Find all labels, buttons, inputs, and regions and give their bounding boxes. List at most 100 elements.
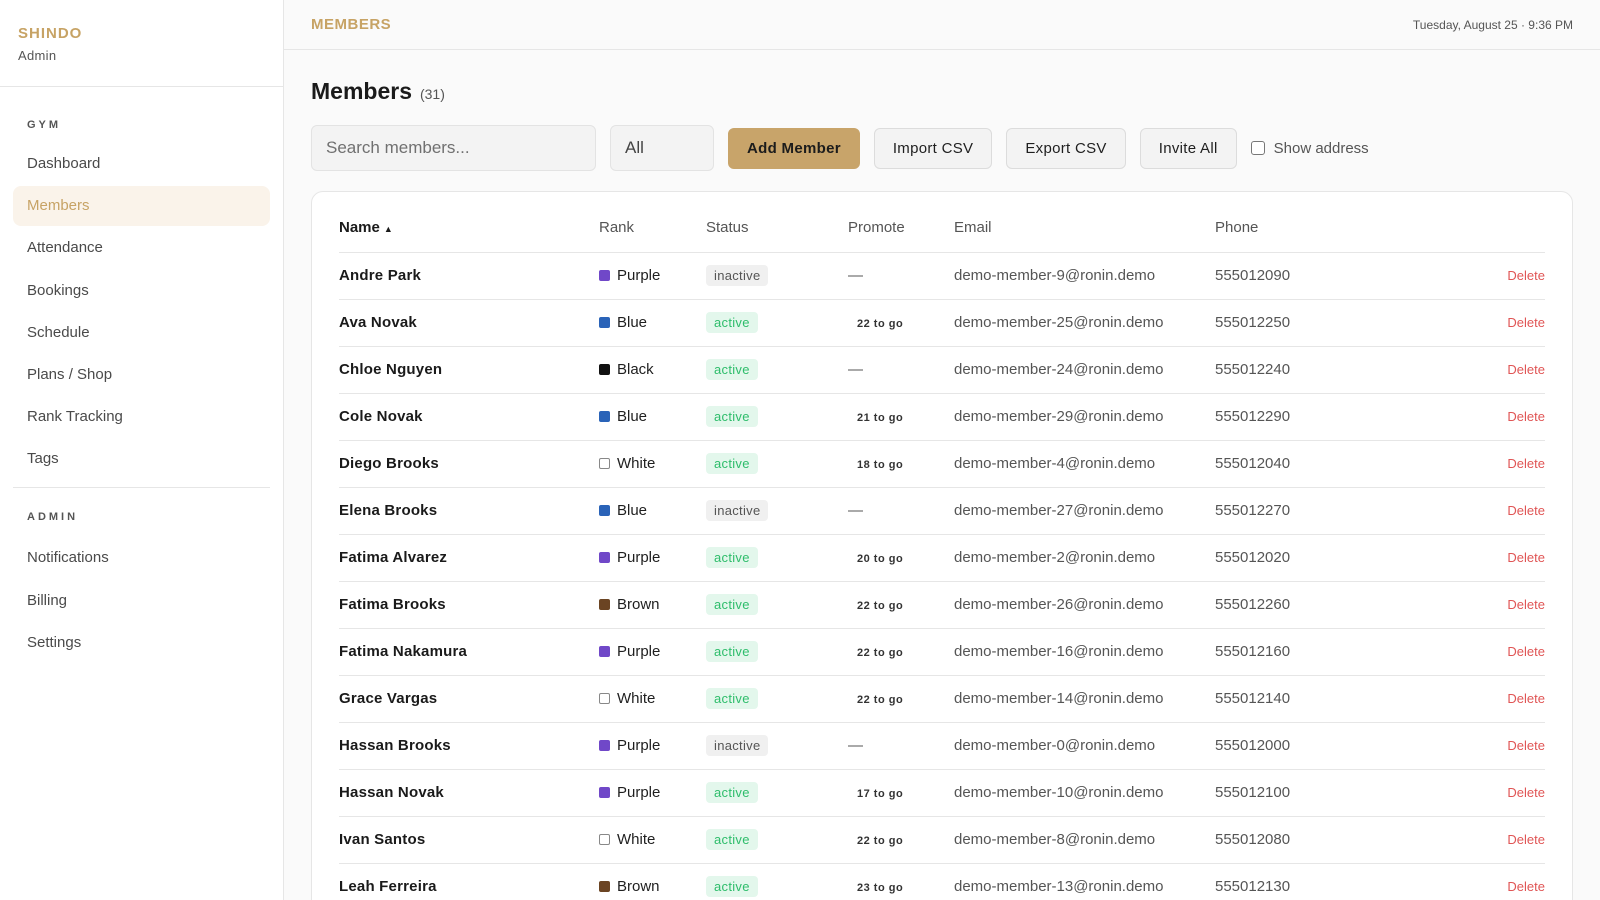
import-csv-button[interactable]: Import CSV	[873, 127, 993, 169]
delete-button[interactable]: Delete	[1507, 691, 1545, 706]
delete-button[interactable]: Delete	[1507, 644, 1545, 659]
delete-button[interactable]: Delete	[1507, 503, 1545, 518]
member-name[interactable]: Andre Park	[339, 252, 599, 300]
member-name[interactable]: Fatima Brooks	[339, 581, 599, 629]
table-row[interactable]: Fatima Brooks Brown active 22 to go demo-mem…	[339, 581, 1545, 629]
invite-all-button[interactable]: Invite All	[1139, 127, 1237, 169]
rank-cell: Purple	[599, 534, 706, 582]
sidebar-item-billing[interactable]: Billing	[13, 581, 270, 621]
member-name[interactable]: Chloe Nguyen	[339, 346, 599, 394]
delete-button[interactable]: Delete	[1507, 832, 1545, 847]
status-cell: active	[706, 628, 848, 676]
sidebar-item-notifications[interactable]: Notifications	[13, 538, 270, 578]
sidebar-item-settings[interactable]: Settings	[13, 623, 270, 663]
table-row[interactable]: Fatima Alvarez Purple active 20 to go demo-m…	[339, 534, 1545, 582]
promote-cell: 21 to go	[848, 393, 954, 441]
table-row[interactable]: Chloe Nguyen Black active — demo-member-24@r…	[339, 346, 1545, 394]
promote-cell: 18 to go	[848, 440, 954, 488]
table-row[interactable]: Diego Brooks White active 18 to go demo-memb…	[339, 440, 1545, 488]
column-header-phone[interactable]: Phone	[1215, 204, 1415, 253]
delete-button[interactable]: Delete	[1507, 550, 1545, 565]
column-header-email[interactable]: Email	[954, 204, 1215, 253]
member-name[interactable]: Grace Vargas	[339, 675, 599, 723]
sidebar: SHINDO Admin GYM Dashboard Members Attenda…	[0, 0, 284, 900]
delete-button[interactable]: Delete	[1507, 315, 1545, 330]
rank-swatch	[599, 693, 610, 704]
table-row[interactable]: Leah Ferreira Brown active 23 to go demo-mem…	[339, 863, 1545, 900]
actions-cell: Delete	[1415, 722, 1545, 770]
delete-button[interactable]: Delete	[1507, 268, 1545, 283]
table-row[interactable]: Ava Novak Blue active 22 to go demo-member-2…	[339, 299, 1545, 347]
column-header-rank[interactable]: Rank	[599, 204, 706, 253]
delete-button[interactable]: Delete	[1507, 456, 1545, 471]
table-row[interactable]: Cole Novak Blue active 21 to go demo-member-…	[339, 393, 1545, 441]
member-name[interactable]: Cole Novak	[339, 393, 599, 441]
table-row[interactable]: Grace Vargas White active 22 to go demo-memb…	[339, 675, 1545, 723]
delete-button[interactable]: Delete	[1507, 362, 1545, 377]
actions-cell: Delete	[1415, 534, 1545, 582]
status-cell: active	[706, 769, 848, 817]
member-email: demo-member-26@ronin.demo	[954, 581, 1215, 629]
show-address-checkbox[interactable]	[1250, 141, 1265, 155]
delete-button[interactable]: Delete	[1507, 738, 1545, 753]
member-name[interactable]: Fatima Alvarez	[339, 534, 599, 582]
sidebar-item-tags[interactable]: Tags	[13, 439, 270, 479]
member-name[interactable]: Elena Brooks	[339, 487, 599, 535]
delete-button[interactable]: Delete	[1507, 785, 1545, 800]
promote-value: 20 to go	[857, 553, 904, 565]
table-row[interactable]: Ivan Santos White active 22 to go demo-membe…	[339, 816, 1545, 864]
sidebar-item-rank-tracking[interactable]: Rank Tracking	[13, 397, 270, 437]
sidebar-item-dashboard[interactable]: Dashboard	[13, 144, 270, 184]
nav-gym-items: Dashboard Members Attendance Bookings Schedu…	[13, 144, 270, 479]
promote-value: —	[848, 361, 864, 378]
delete-button[interactable]: Delete	[1507, 597, 1545, 612]
members-table-card: Name ▲ Rank Status Promote Email Phone An…	[311, 191, 1573, 900]
add-member-button[interactable]: Add Member	[728, 127, 860, 169]
table-row[interactable]: Elena Brooks Blue inactive — demo-member-27@…	[339, 487, 1545, 535]
member-name[interactable]: Ivan Santos	[339, 816, 599, 864]
sidebar-item-attendance[interactable]: Attendance	[13, 228, 270, 268]
export-csv-button[interactable]: Export CSV	[1006, 127, 1126, 169]
rank-label: Blue	[617, 408, 648, 425]
column-header-name-label: Name	[339, 219, 380, 237]
sidebar-item-schedule[interactable]: Schedule	[13, 313, 270, 353]
table-row[interactable]: Fatima Nakamura Purple active 22 to go demo-…	[339, 628, 1545, 676]
member-email: demo-member-9@ronin.demo	[954, 252, 1215, 300]
table-row[interactable]: Hassan Novak Purple active 17 to go demo-mem…	[339, 769, 1545, 817]
actions-cell: Delete	[1415, 487, 1545, 535]
member-email: demo-member-13@ronin.demo	[954, 863, 1215, 900]
brand: SHINDO Admin	[0, 0, 283, 87]
promote-value: —	[848, 267, 864, 284]
table-row[interactable]: Andre Park Purple inactive — demo-member-9@r…	[339, 252, 1545, 300]
member-name[interactable]: Leah Ferreira	[339, 863, 599, 900]
member-name[interactable]: Diego Brooks	[339, 440, 599, 488]
member-name[interactable]: Hassan Novak	[339, 769, 599, 817]
rank-cell: White	[599, 816, 706, 864]
promote-value: 18 to go	[857, 459, 904, 471]
sidebar-item-bookings[interactable]: Bookings	[13, 271, 270, 311]
member-name[interactable]: Fatima Nakamura	[339, 628, 599, 676]
status-badge: active	[706, 688, 758, 709]
member-phone: 555012270	[1215, 487, 1415, 535]
promote-cell: —	[848, 346, 954, 394]
topbar: MEMBERS Tuesday, August 25 · 9:36 PM	[284, 0, 1600, 50]
status-filter-select[interactable]: All	[610, 125, 714, 171]
table-row[interactable]: Hassan Brooks Purple inactive — demo-member-…	[339, 722, 1545, 770]
column-header-name[interactable]: Name ▲	[339, 204, 599, 253]
column-header-promote[interactable]: Promote	[848, 204, 954, 253]
member-name[interactable]: Hassan Brooks	[339, 722, 599, 770]
nav-section-label-gym: GYM	[27, 119, 62, 131]
sidebar-item-plans-shop[interactable]: Plans / Shop	[13, 355, 270, 395]
delete-button[interactable]: Delete	[1507, 409, 1545, 424]
actions-cell: Delete	[1415, 299, 1545, 347]
delete-button[interactable]: Delete	[1507, 879, 1545, 894]
promote-value: —	[848, 737, 864, 754]
search-input[interactable]	[311, 125, 596, 171]
sidebar-item-members[interactable]: Members	[13, 186, 270, 227]
status-badge: active	[706, 829, 758, 850]
member-email: demo-member-10@ronin.demo	[954, 769, 1215, 817]
promote-cell: 22 to go	[848, 675, 954, 723]
show-address-toggle[interactable]: Show address	[1250, 140, 1369, 157]
column-header-status[interactable]: Status	[706, 204, 848, 253]
member-name[interactable]: Ava Novak	[339, 299, 599, 347]
